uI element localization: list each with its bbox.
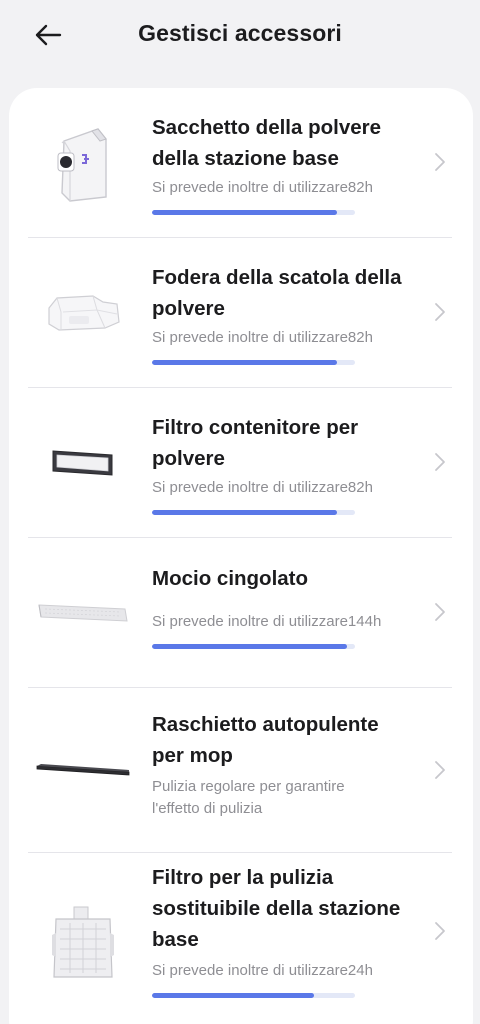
- accessory-title: Filtro per la pulizia sostituibile della…: [152, 866, 401, 951]
- accessory-item-dust-box-liner[interactable]: Fodera della scatola della polvere Si pr…: [9, 238, 473, 387]
- chevron-right-icon: [435, 603, 445, 621]
- usage-progress-bar: [152, 210, 355, 215]
- accessory-title: Filtro contenitore per polvere: [152, 416, 359, 470]
- header: Gestisci accessori: [0, 0, 480, 72]
- station-filter-icon: [33, 889, 133, 999]
- accessory-title: Sacchetto della polvere della stazione b…: [152, 116, 382, 170]
- dust-box-liner-icon: [33, 278, 133, 348]
- remaining-time-text: Si prevede inoltre di utilizzare144h: [152, 613, 382, 630]
- accessory-item-station-filter[interactable]: Filtro per la pulizia sostituibile della…: [9, 853, 473, 1024]
- chevron-right-icon: [435, 761, 445, 779]
- mop-scraper-icon: [33, 750, 133, 790]
- page-title: Gestisci accessori: [138, 20, 342, 46]
- accessory-item-mop-scraper[interactable]: Raschietto autopulente per mop Pulizia r…: [9, 688, 473, 852]
- dust-bag-icon: [33, 118, 133, 208]
- accessories-list: Sacchetto della polvere della stazione b…: [9, 88, 473, 1024]
- bin-filter-icon: [33, 438, 133, 488]
- usage-progress-bar: [152, 993, 355, 998]
- remaining-time-text: Si prevede inoltre di utilizzare82h: [152, 179, 373, 196]
- usage-progress-fill: [152, 210, 337, 215]
- usage-progress-bar: [152, 644, 355, 649]
- usage-progress-fill: [152, 644, 347, 649]
- chevron-right-icon: [435, 453, 445, 471]
- accessory-title: Mocio cingolato: [152, 567, 309, 590]
- usage-progress-fill: [152, 360, 337, 365]
- maintenance-text: Pulizia regolare per garantire l'effetto…: [152, 778, 345, 817]
- chevron-right-icon: [435, 922, 445, 940]
- usage-progress-fill: [152, 993, 315, 998]
- track-mop-icon: [33, 588, 133, 638]
- accessory-item-track-mop[interactable]: Mocio cingolato Si prevede inoltre di ut…: [9, 538, 473, 687]
- accessory-item-dust-bag[interactable]: Sacchetto della polvere della stazione b…: [9, 88, 473, 237]
- chevron-right-icon: [435, 153, 445, 171]
- accessory-title: Raschietto autopulente per mop: [152, 713, 379, 767]
- accessory-title: Fodera della scatola della polvere: [152, 266, 402, 320]
- usage-progress-bar: [152, 360, 355, 365]
- usage-progress-bar: [152, 510, 355, 515]
- usage-progress-fill: [152, 510, 337, 515]
- remaining-time-text: Si prevede inoltre di utilizzare24h: [152, 962, 373, 979]
- remaining-time-text: Si prevede inoltre di utilizzare82h: [152, 329, 373, 346]
- remaining-time-text: Si prevede inoltre di utilizzare82h: [152, 479, 373, 496]
- accessory-item-bin-filter[interactable]: Filtro contenitore per polvere Si preved…: [9, 388, 473, 537]
- chevron-right-icon: [435, 303, 445, 321]
